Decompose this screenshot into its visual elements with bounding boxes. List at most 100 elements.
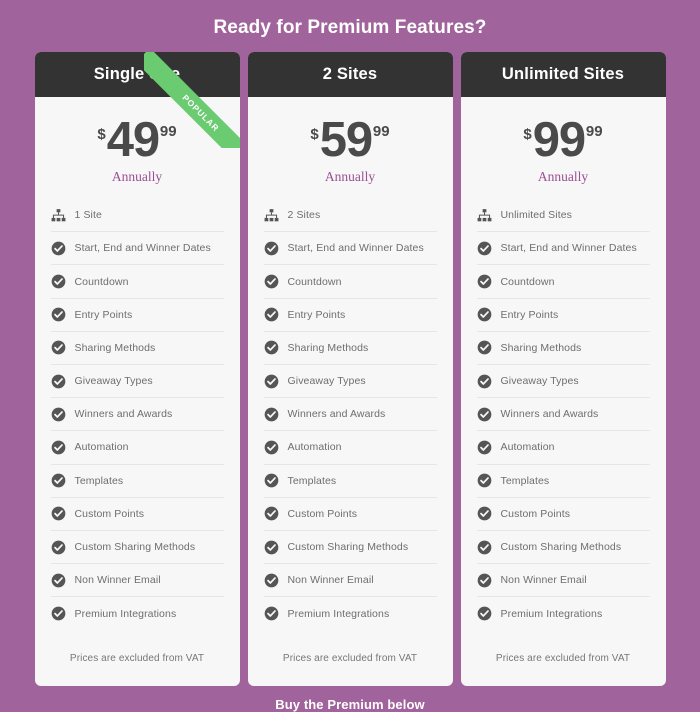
check-circle-icon xyxy=(477,407,492,422)
feature-label: Winners and Awards xyxy=(500,408,599,421)
check-circle-icon xyxy=(51,606,66,621)
vat-note: Prices are excluded from VAT xyxy=(282,652,418,664)
feature-item: Premium Integrations xyxy=(51,597,224,630)
feature-item: Sharing Methods xyxy=(50,332,224,366)
price-block: $49 99 Annually xyxy=(35,97,240,199)
pricing-card[interactable]: Single Site POPULAR $49 99 Annually 1 Site Sta… xyxy=(34,52,240,686)
feature-item: Unlimited Sites xyxy=(476,199,650,233)
card-footer: Prices are excluded from VAT xyxy=(35,631,240,686)
check-circle-icon xyxy=(264,473,279,488)
feature-item: Custom Sharing Methods xyxy=(263,531,437,565)
feature-list: 2 Sites Start, End and Winner Dates Countd… xyxy=(248,199,453,630)
check-circle-icon xyxy=(264,440,279,455)
check-circle-icon xyxy=(477,506,492,521)
price-block: $59 99 Annually xyxy=(248,97,453,199)
feature-label: Giveaway Types xyxy=(500,375,579,388)
feature-list: Unlimited Sites Start, End and Winner Dat… xyxy=(461,199,666,630)
price-amount: 49 xyxy=(106,113,160,167)
card-header: 2 Sites xyxy=(247,52,453,97)
price-currency: $ xyxy=(97,126,106,143)
plan-title: Unlimited Sites xyxy=(501,65,625,83)
feature-label: Sharing Methods xyxy=(287,341,369,354)
check-circle-icon xyxy=(477,307,492,322)
price-period: Annually xyxy=(324,169,376,185)
feature-item: 2 Sites xyxy=(263,199,437,233)
feature-label: Templates xyxy=(74,474,124,487)
check-circle-icon xyxy=(264,540,279,555)
feature-item: Templates xyxy=(476,465,650,498)
feature-item: Custom Points xyxy=(263,498,437,531)
feature-item: Giveaway Types xyxy=(476,365,650,399)
pricing-card[interactable]: Unlimited Sites $99 99 Annually Unlimited Si… xyxy=(460,52,666,686)
plan-title: 2 Sites xyxy=(322,65,378,83)
price-block: $99 99 Annually xyxy=(461,97,666,199)
feature-item: 1 Site xyxy=(50,199,224,233)
feature-label: Non Winner Email xyxy=(287,574,374,587)
feature-item: Templates xyxy=(50,465,224,498)
check-circle-icon xyxy=(51,440,66,455)
feature-item: Automation xyxy=(50,431,224,465)
price-cents: 99 xyxy=(585,123,603,140)
feature-label: Winners and Awards xyxy=(287,408,386,421)
feature-label: Templates xyxy=(287,474,337,487)
feature-item: Start, End and Winner Dates xyxy=(50,232,224,266)
feature-item: Winners and Awards xyxy=(263,398,437,432)
price-period: Annually xyxy=(111,169,163,185)
feature-label: Non Winner Email xyxy=(500,574,587,587)
feature-item: Start, End and Winner Dates xyxy=(263,232,437,266)
feature-item: Custom Sharing Methods xyxy=(476,531,650,565)
check-circle-icon xyxy=(477,340,492,355)
feature-label: Non Winner Email xyxy=(74,574,161,587)
check-circle-icon xyxy=(51,473,66,488)
price-amount: 59 xyxy=(319,113,373,167)
feature-label: Premium Integrations xyxy=(287,607,390,620)
feature-item: Winners and Awards xyxy=(476,398,650,432)
feature-label: Automation xyxy=(74,441,129,454)
feature-label: Templates xyxy=(500,474,550,487)
check-circle-icon xyxy=(264,340,279,355)
page-title: Ready for Premium Features? xyxy=(213,17,487,38)
check-circle-icon xyxy=(477,473,492,488)
feature-label: Countdown xyxy=(287,275,342,288)
check-circle-icon xyxy=(264,374,279,389)
feature-label: Sharing Methods xyxy=(500,341,582,354)
price-currency: $ xyxy=(523,126,532,143)
sitemap-icon xyxy=(264,208,279,223)
check-circle-icon xyxy=(477,573,492,588)
check-circle-icon xyxy=(477,274,492,289)
feature-item: Non Winner Email xyxy=(476,564,650,598)
feature-label: Automation xyxy=(287,441,342,454)
feature-label: Premium Integrations xyxy=(500,607,603,620)
feature-label: Giveaway Types xyxy=(74,375,153,388)
bottom-cta-text: Buy the Premium below xyxy=(275,696,425,712)
check-circle-icon xyxy=(51,307,66,322)
feature-item: Giveaway Types xyxy=(263,365,437,399)
feature-label: Sharing Methods xyxy=(74,341,156,354)
feature-item: Countdown xyxy=(50,265,224,299)
feature-label: Countdown xyxy=(500,275,555,288)
price-currency: $ xyxy=(310,126,319,143)
card-header: Single Site xyxy=(34,52,240,97)
feature-item: Templates xyxy=(263,465,437,498)
feature-item: Automation xyxy=(476,431,650,465)
check-circle-icon xyxy=(51,274,66,289)
feature-label: Giveaway Types xyxy=(287,375,366,388)
feature-label: Start, End and Winner Dates xyxy=(287,242,424,255)
feature-item: Giveaway Types xyxy=(50,365,224,399)
feature-label: Custom Points xyxy=(287,507,358,520)
feature-label: Automation xyxy=(500,441,555,454)
pricing-cards-row: Single Site POPULAR $49 99 Annually 1 Site Sta… xyxy=(34,52,666,686)
feature-label: Start, End and Winner Dates xyxy=(500,242,637,255)
feature-item: Premium Integrations xyxy=(477,597,650,630)
sitemap-icon xyxy=(51,208,66,223)
card-header: Unlimited Sites xyxy=(460,52,666,97)
feature-item: Custom Points xyxy=(476,498,650,531)
check-circle-icon xyxy=(51,573,66,588)
check-circle-icon xyxy=(477,241,492,256)
check-circle-icon xyxy=(264,407,279,422)
feature-label: Unlimited Sites xyxy=(500,209,573,222)
price-cents: 99 xyxy=(372,123,390,140)
check-circle-icon xyxy=(264,307,279,322)
pricing-card[interactable]: 2 Sites $59 99 Annually 2 Sites Start, End an… xyxy=(247,52,453,686)
check-circle-icon xyxy=(264,274,279,289)
